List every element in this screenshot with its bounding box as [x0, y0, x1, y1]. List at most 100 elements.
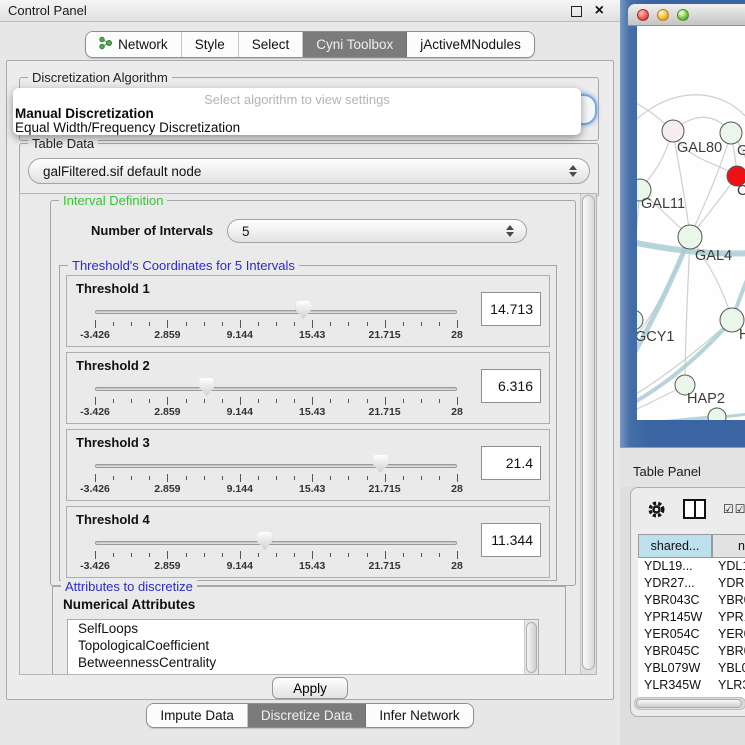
slider-tick-labels: -3.4262.8599.14415.4321.71528	[95, 406, 457, 418]
number-of-intervals-label: Number of Intervals	[91, 223, 213, 238]
node-label: GAL4	[695, 248, 732, 264]
network-canvas[interactable]: GAL80GCGAL11GAL4GCY1HHAP2	[637, 26, 745, 420]
zoom-traffic-light-icon[interactable]	[677, 9, 689, 21]
tab-discretize-data[interactable]: Discretize Data	[248, 704, 367, 727]
slider-thumb[interactable]	[257, 532, 272, 550]
list-item[interactable]: SelfLoops	[68, 620, 538, 637]
close-traffic-light-icon[interactable]	[637, 9, 649, 21]
slider-track[interactable]	[95, 464, 457, 468]
list-item[interactable]: BetweennessCentrality	[68, 654, 538, 671]
table-cell: YBR043C	[638, 592, 712, 609]
network-node[interactable]	[720, 122, 742, 144]
float-window-icon[interactable]	[571, 6, 582, 17]
threshold-row: Threshold 3-3.4262.8599.14415.4321.71528…	[66, 429, 550, 501]
table-cell: YER0	[712, 626, 745, 643]
combo-arrows-icon	[569, 165, 577, 177]
table-row[interactable]: YBR045CYBR0	[638, 643, 745, 660]
cyni-toolbox-panel: Discretization Algorithm Select algorith…	[6, 60, 614, 700]
tab-select[interactable]: Select	[239, 32, 304, 57]
tab-jactivemnodules[interactable]: jActiveMNodules	[407, 32, 534, 57]
threshold-slider[interactable]: -3.4262.8599.14415.4321.71528	[95, 298, 457, 344]
node-label: G	[737, 143, 745, 159]
network-edge-thick[interactable]	[637, 237, 690, 382]
scrollbar-thumb[interactable]	[636, 699, 742, 708]
network-edge[interactable]	[637, 190, 640, 320]
node-table: shared...naYDL19...YDL1YDR27...YDR2YBR04…	[638, 534, 745, 702]
algorithm-placeholder-option[interactable]: Select algorithm to view settings	[13, 92, 581, 107]
table-cell: YER054C	[638, 626, 712, 643]
network-node[interactable]	[678, 225, 702, 249]
table-row[interactable]: YBL079WYBL0	[638, 660, 745, 677]
tab-label: jActiveMNodules	[420, 37, 521, 52]
tab-label: Select	[252, 37, 290, 52]
network-node[interactable]	[662, 120, 684, 142]
slider-track[interactable]	[95, 541, 457, 545]
slider-track[interactable]	[95, 387, 457, 391]
tab-impute-data[interactable]: Impute Data	[147, 704, 248, 727]
threshold-value-field[interactable]: 11.344	[481, 523, 541, 557]
table-row[interactable]: YPR145WYPR1	[638, 609, 745, 626]
tab-infer-network[interactable]: Infer Network	[366, 704, 472, 727]
threshold-value-field[interactable]: 14.713	[481, 292, 541, 326]
table-row[interactable]: YBR043CYBR0	[638, 592, 745, 609]
node-label: GCY1	[637, 329, 675, 345]
node-label: GAL11	[641, 196, 685, 212]
discretization-algorithm-title: Discretization Algorithm	[28, 70, 172, 85]
algorithm-dropdown-popup: Select algorithm to view settings Manual…	[13, 88, 581, 135]
minimize-traffic-light-icon[interactable]	[657, 9, 669, 21]
threshold-label: Threshold 1	[76, 281, 150, 296]
table-row[interactable]: YDL19...YDL1	[638, 558, 745, 575]
table-horizontal-scrollbar[interactable]	[634, 697, 745, 710]
network-node[interactable]	[637, 310, 643, 330]
table-cell: YBL0	[712, 660, 745, 677]
table-cell: YBR0	[712, 643, 745, 660]
tab-cyni-toolbox[interactable]: Cyni Toolbox	[303, 32, 407, 57]
threshold-slider[interactable]: -3.4262.8599.14415.4321.71528	[95, 375, 457, 421]
threshold-value-field[interactable]: 6.316	[481, 369, 541, 403]
threshold-value-field[interactable]: 21.4	[481, 446, 541, 480]
slider-track[interactable]	[95, 310, 457, 314]
table-panel-header: Table Panel	[620, 447, 745, 487]
column-header[interactable]: shared...	[638, 534, 712, 558]
table-data-value: galFiltered.sif default node	[43, 164, 201, 179]
network-node[interactable]	[708, 408, 726, 420]
scrollbar-thumb[interactable]	[582, 195, 595, 670]
numerical-attributes-list: SelfLoopsTopologicalCoefficientBetweenne…	[67, 619, 539, 675]
table-panel-toolbar: ☑☑	[631, 488, 745, 530]
top-tab-bar: NetworkStyle Select Cyni Toolbox jActiveMNo…	[0, 31, 620, 58]
tab-network[interactable]: Network	[86, 32, 182, 57]
algorithm-option-manual[interactable]: Manual Discretization	[13, 107, 581, 121]
list-item[interactable]: TopologicalCoefficient	[68, 637, 538, 654]
threshold-slider[interactable]: -3.4262.8599.14415.4321.71528	[95, 452, 457, 498]
close-icon[interactable]: ×	[595, 3, 604, 19]
number-of-intervals-combobox[interactable]: 5	[227, 219, 527, 243]
table-data-combobox[interactable]: galFiltered.sif default node	[28, 158, 590, 184]
show-columns-icon[interactable]	[683, 499, 706, 519]
table-row[interactable]: YDR27...YDR2	[638, 575, 745, 592]
node-label: GAL80	[677, 140, 722, 156]
slider-tick-labels: -3.4262.8599.14415.4321.71528	[95, 329, 457, 341]
table-cell: YDL19...	[638, 558, 712, 575]
window-title: Control Panel	[8, 3, 87, 18]
table-cell: YPR145W	[638, 609, 712, 626]
table-row[interactable]: YLR345WYLR3	[638, 677, 745, 694]
table-panel-window: ☑☑ shared...naYDL19...YDL1YDR27...YDR2YB…	[630, 487, 745, 717]
network-edge-thick[interactable]	[637, 417, 717, 420]
settings-vertical-scrollbar[interactable]	[580, 194, 596, 674]
table-cell: YDR27...	[638, 575, 712, 592]
thresholds-group: Threshold's Coordinates for 5 Intervals …	[59, 265, 557, 581]
apply-button[interactable]: Apply	[272, 677, 348, 699]
algorithm-option-equal-width[interactable]: Equal Width/Frequency Discretization	[13, 121, 581, 135]
attributes-list-scrollbar[interactable]	[524, 620, 538, 675]
table-row[interactable]: YER054CYER0	[638, 626, 745, 643]
threshold-slider[interactable]: -3.4262.8599.14415.4321.71528	[95, 529, 457, 575]
gear-icon[interactable]	[647, 500, 666, 519]
tab-style[interactable]: Style	[182, 32, 239, 57]
node-label: H	[739, 327, 745, 343]
slider-thumb[interactable]	[296, 301, 311, 319]
column-header[interactable]: na	[712, 534, 745, 558]
slider-ticks	[95, 551, 457, 559]
slider-thumb[interactable]	[199, 378, 214, 396]
slider-thumb[interactable]	[373, 455, 388, 473]
select-columns-checkboxes-icon[interactable]: ☑☑	[723, 502, 745, 516]
